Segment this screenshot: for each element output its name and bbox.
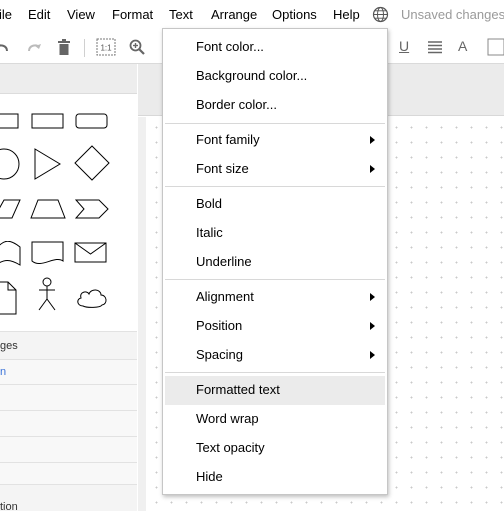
actual-size-icon[interactable]: 1:1 [96, 37, 116, 57]
menu-item-label: Hide [196, 469, 223, 484]
menu-item-label: Underline [196, 254, 252, 269]
sidebar-section[interactable]: n [0, 359, 137, 384]
menu-item-font-size[interactable]: Font size [165, 155, 385, 184]
submenu-arrow-icon [370, 165, 375, 173]
menu-item-formatted-text[interactable]: Formatted text [165, 376, 385, 405]
menu-item-text-opacity[interactable]: Text opacity [165, 434, 385, 463]
sidebar-section[interactable] [0, 410, 137, 436]
menu-item-spacing[interactable]: Spacing [165, 341, 385, 370]
menu-item-label: Word wrap [196, 411, 259, 426]
parallelogram-shape[interactable] [0, 199, 22, 219]
rectangle-shape[interactable] [0, 113, 20, 129]
globe-icon[interactable] [372, 6, 389, 23]
menu-format[interactable]: Format [112, 7, 153, 22]
menu-item-font-family[interactable]: Font family [165, 126, 385, 155]
menu-options[interactable]: Options [272, 7, 317, 22]
actual-size-label: 1:1 [100, 44, 112, 53]
menu-item-label: Background color... [196, 68, 308, 83]
menu-separator [165, 123, 385, 124]
align-icon[interactable] [425, 37, 445, 57]
submenu-arrow-icon [370, 136, 375, 144]
menu-arrange[interactable]: Arrange [211, 7, 257, 22]
menu-view[interactable]: View [67, 7, 95, 22]
menu-item-font-color[interactable]: Font color... [165, 33, 385, 62]
actor-shape[interactable] [36, 277, 58, 313]
note-shape[interactable] [0, 281, 18, 315]
underline-button[interactable]: U [399, 38, 409, 54]
menu-item-bold[interactable]: Bold [165, 190, 385, 219]
sidebar-section[interactable] [0, 436, 137, 462]
sidebar-section-label: ges [0, 340, 18, 352]
menu-item-label: Border color... [196, 97, 277, 112]
diamond-shape[interactable] [74, 145, 110, 181]
tape-shape[interactable] [0, 241, 22, 267]
rectangle-shape[interactable] [31, 113, 65, 129]
menu-item-word-wrap[interactable]: Word wrap [165, 405, 385, 434]
menu-separator [165, 279, 385, 280]
menu-separator [165, 186, 385, 187]
menu-item-label: Italic [196, 225, 223, 240]
toolbar-separator [84, 39, 85, 57]
sidebar-section[interactable]: ges [0, 331, 137, 359]
menu-file[interactable]: ile [0, 7, 12, 22]
unsaved-changes-status[interactable]: Unsaved changes [401, 7, 504, 22]
menu-item-underline[interactable]: Underline [165, 248, 385, 277]
menu-item-label: Alignment [196, 289, 254, 304]
menu-edit[interactable]: Edit [28, 7, 50, 22]
menu-item-label: Font family [196, 132, 260, 147]
shape-palette [0, 94, 137, 331]
submenu-arrow-icon [370, 351, 375, 359]
undo-icon[interactable] [0, 37, 12, 57]
menu-item-border-color[interactable]: Border color... [165, 91, 385, 120]
delete-icon[interactable] [54, 37, 74, 57]
menu-item-alignment[interactable]: Alignment [165, 283, 385, 312]
trapezoid-shape[interactable] [30, 199, 66, 219]
menu-item-italic[interactable]: Italic [165, 219, 385, 248]
document-shape[interactable] [31, 241, 65, 267]
menu-item-label: Text opacity [196, 440, 265, 455]
sidebar-section[interactable] [0, 462, 137, 484]
submenu-arrow-icon [370, 322, 375, 330]
rounded-rectangle-shape[interactable] [75, 113, 109, 129]
menu-item-hide[interactable]: Hide [165, 463, 385, 492]
font-color-button[interactable]: A [458, 38, 467, 54]
sidebar-search-strip [0, 64, 137, 94]
circle-shape[interactable] [0, 146, 22, 182]
submenu-arrow-icon [370, 293, 375, 301]
menu-separator [165, 372, 385, 373]
zoom-in-icon[interactable] [127, 37, 147, 57]
sidebar-section-label: n [0, 366, 7, 378]
step-shape[interactable] [75, 199, 109, 219]
menu-item-position[interactable]: Position [165, 312, 385, 341]
triangle-shape[interactable] [34, 148, 62, 180]
menu-item-label: Spacing [196, 347, 243, 362]
menu-bar: ile Edit View Format Text Arrange Option… [0, 0, 504, 31]
sidebar-section-label: tion [0, 501, 18, 511]
menu-help[interactable]: Help [333, 7, 360, 22]
menu-text[interactable]: Text [169, 7, 193, 22]
shapes-sidebar: ges n tion [0, 64, 137, 511]
sidebar-section[interactable] [0, 384, 137, 410]
text-menu-dropdown: Font color... Background color... Border… [162, 28, 388, 495]
menu-item-label: Bold [196, 196, 223, 211]
menu-item-label: Formatted text [196, 382, 280, 397]
cloud-shape[interactable] [75, 287, 109, 309]
sidebar-section[interactable]: tion [0, 484, 137, 511]
envelope-shape[interactable] [74, 242, 108, 264]
menu-item-label: Font size [196, 161, 249, 176]
canvas-gutter [138, 117, 146, 511]
menu-item-background-color[interactable]: Background color... [165, 62, 385, 91]
menu-item-label: Font color... [196, 39, 264, 54]
redo-icon[interactable] [24, 37, 44, 57]
collapse-icon[interactable] [486, 37, 504, 57]
menu-item-label: Position [196, 318, 243, 333]
